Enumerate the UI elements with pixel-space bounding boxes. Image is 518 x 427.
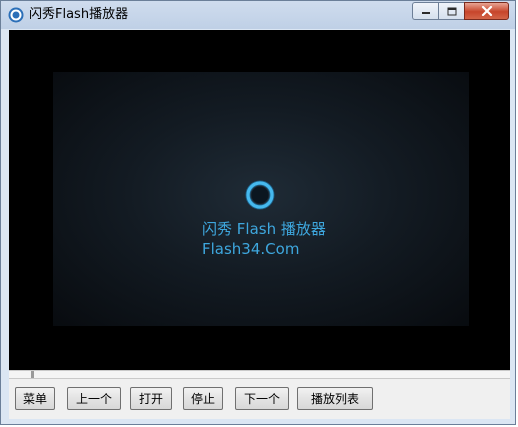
- loading-ring-icon: [245, 180, 275, 210]
- open-button[interactable]: 打开: [130, 387, 172, 410]
- seek-thumb[interactable]: [31, 371, 34, 378]
- next-button[interactable]: 下一个: [235, 387, 289, 410]
- app-logo-icon: [8, 7, 24, 23]
- control-bar: 菜单 上一个 打开 停止 下一个 播放列表: [9, 379, 510, 419]
- playlist-button[interactable]: 播放列表: [297, 387, 373, 410]
- app-window: 闪秀Flash播放器 闪秀 Flash 播放器 Flash34.Com 菜单 上…: [0, 0, 516, 425]
- close-icon: [481, 6, 492, 16]
- brand-website: Flash34.Com: [202, 240, 300, 258]
- seek-bar[interactable]: [9, 370, 510, 379]
- maximize-icon: [447, 7, 456, 15]
- title-bar[interactable]: 闪秀Flash播放器: [1, 1, 515, 29]
- menu-button[interactable]: 菜单: [15, 387, 55, 410]
- close-button[interactable]: [464, 2, 509, 20]
- minimize-icon: [421, 12, 430, 14]
- video-area[interactable]: 闪秀 Flash 播放器 Flash34.Com: [9, 30, 510, 370]
- maximize-button[interactable]: [438, 2, 464, 20]
- previous-button[interactable]: 上一个: [67, 387, 121, 410]
- minimize-button[interactable]: [412, 2, 438, 20]
- window-title: 闪秀Flash播放器: [29, 7, 129, 22]
- brand-title: 闪秀 Flash 播放器: [202, 220, 326, 238]
- window-controls: [412, 2, 509, 20]
- stop-button[interactable]: 停止: [183, 387, 223, 410]
